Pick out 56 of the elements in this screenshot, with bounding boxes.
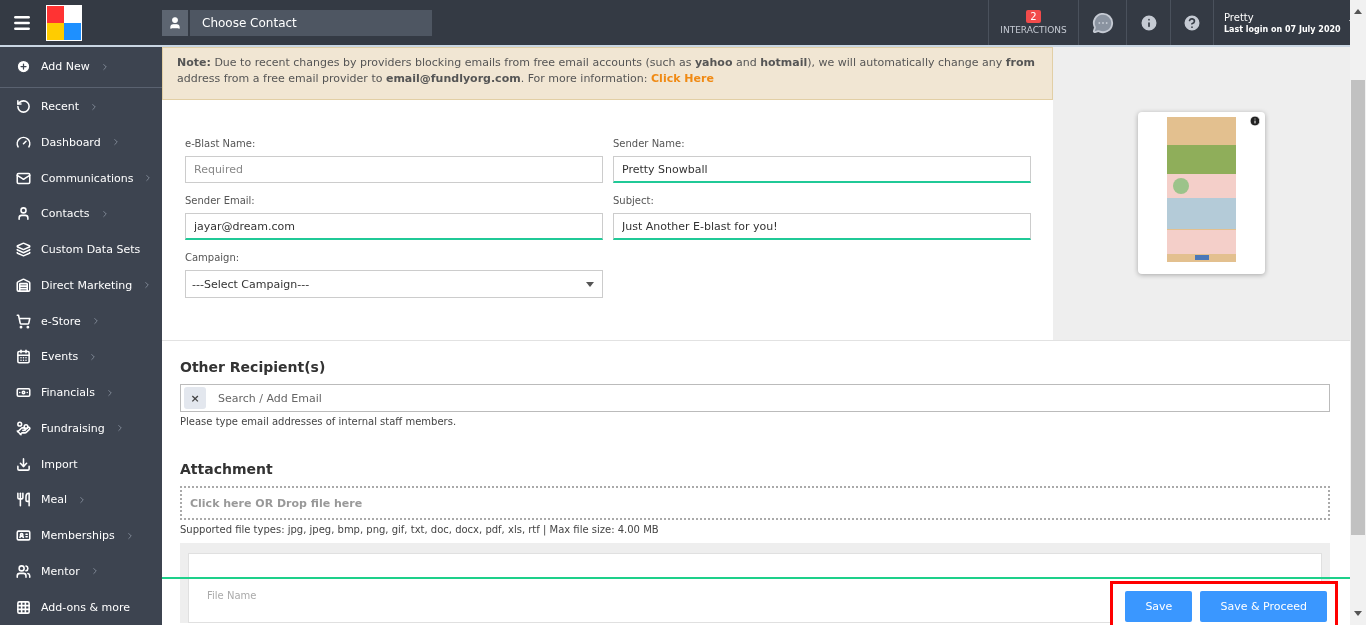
- sidebar-item[interactable]: Direct Marketing: [0, 267, 162, 304]
- input-field[interactable]: jayar@dream.com: [185, 213, 603, 240]
- scrollbar-drawing[interactable]: [1350, 0, 1366, 625]
- input-field[interactable]: Required: [185, 156, 603, 183]
- section-title: Attachment: [180, 461, 274, 477]
- sidebar-item[interactable]: Recent: [0, 88, 162, 125]
- plus-icon: [16, 59, 31, 75]
- sidebar-item[interactable]: Dashboard: [0, 124, 162, 161]
- sidebar-item[interactable]: Fundraising: [0, 410, 162, 447]
- note-text: Note: Due to recent changes by providers blocking emails from free email accounts (such as yahoo and hotmail), we will automatically change any from address from a free email provider to email@fundlyorg.com. For more information: Click Here: [162, 47, 1053, 100]
- person-icon: [16, 206, 31, 222]
- layers-icon: [16, 242, 31, 258]
- cart-icon: [16, 313, 31, 329]
- email-search-field[interactable]: × Search / Add Email: [180, 384, 1330, 412]
- calendar-icon: [16, 349, 31, 365]
- column-header: File Name: [207, 590, 257, 601]
- field-label: Sender Email:: [185, 195, 256, 206]
- field-label: Subject:: [613, 195, 655, 206]
- field-label: e-Blast Name:: [185, 138, 257, 149]
- person-icon: [168, 15, 182, 30]
- sidebar-item[interactable]: Memberships: [0, 517, 162, 554]
- logo-icon[interactable]: [46, 4, 82, 41]
- help-icon[interactable]: [1182, 12, 1202, 33]
- section-title: Other Recipient(s): [180, 359, 327, 375]
- input-field[interactable]: Pretty Snowball: [613, 156, 1031, 183]
- sidebar-item[interactable]: Meal: [0, 481, 162, 518]
- sidebar-item[interactable]: Mentor: [0, 553, 162, 590]
- sidebar-item[interactable]: Contacts: [0, 195, 162, 232]
- sidebar-item[interactable]: Import: [0, 446, 162, 482]
- history-icon: [16, 99, 31, 115]
- sidebar-item[interactable]: Custom Data Sets: [0, 231, 162, 268]
- input-field[interactable]: Just Another E-blast for you!: [613, 213, 1031, 240]
- download-icon: [16, 456, 31, 472]
- field-label: Campaign:: [185, 252, 241, 263]
- chat-icon[interactable]: [1091, 11, 1114, 34]
- grid-icon: [16, 599, 31, 615]
- id-card-icon: [16, 528, 31, 544]
- building-icon: [16, 277, 31, 293]
- money-bag-icon: [16, 420, 31, 436]
- help-text: Supported file types: jpg, jpeg, bmp, png, gif, txt, doc, docx, pdf, xls, rtf | Max file size: 4.00 MB: [180, 524, 660, 535]
- sidebar-item[interactable]: Add-ons & more: [0, 589, 162, 625]
- help-text: Please type email addresses of internal staff members.: [180, 416, 458, 427]
- sidebar-item[interactable]: Financials: [0, 374, 162, 411]
- envelope-icon: [16, 170, 31, 186]
- people-icon: [16, 563, 31, 579]
- clear-button[interactable]: ×: [184, 387, 206, 409]
- choose-contact-field[interactable]: Choose Contact: [162, 9, 432, 36]
- sidebar-item[interactable]: Events: [0, 338, 162, 375]
- sidebar-item[interactable]: Communications: [0, 160, 162, 196]
- interactions-button[interactable]: 2 INTERACTIONS: [988, 0, 1078, 45]
- field-label: Sender Name:: [613, 138, 686, 149]
- info-icon[interactable]: [1138, 12, 1159, 33]
- utensils-icon: [16, 492, 31, 508]
- campaign-select[interactable]: ---Select Campaign---: [185, 270, 603, 298]
- gauge-icon: [16, 134, 31, 150]
- sidebar-item[interactable]: e-Store: [0, 303, 162, 339]
